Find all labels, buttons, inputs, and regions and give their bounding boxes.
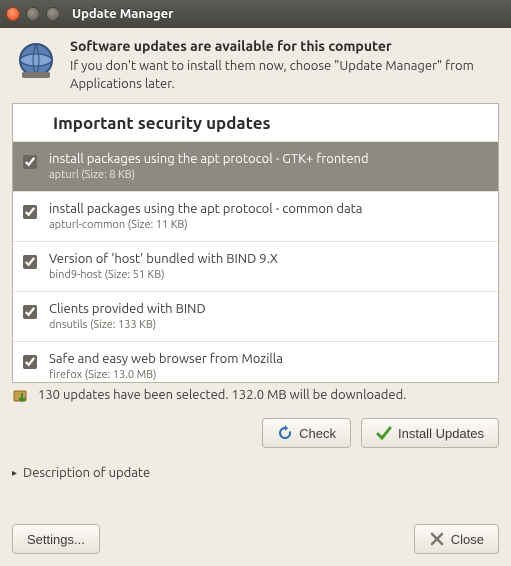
update-globe-icon: [12, 38, 60, 93]
package-subtitle: apturl (Size: 8 KB): [49, 169, 488, 181]
package-checkbox[interactable]: [23, 355, 37, 369]
package-body: Safe and easy web browser from Mozilla fi…: [49, 352, 488, 381]
action-button-row: Check Install Updates: [12, 418, 499, 448]
close-icon: [429, 531, 445, 547]
close-button[interactable]: Close: [414, 524, 499, 554]
package-body: Version of 'host' bundled with BIND 9.X b…: [49, 252, 488, 281]
check-button[interactable]: Check: [262, 418, 351, 448]
package-row[interactable]: install packages using the apt protocol …: [13, 141, 498, 191]
package-row[interactable]: Safe and easy web browser from Mozilla fi…: [13, 341, 498, 383]
check-button-label: Check: [299, 426, 336, 441]
updates-list[interactable]: Important security updates install packa…: [12, 103, 499, 383]
window-title: Update Manager: [72, 7, 174, 21]
disclosure-triangle-icon: ▸: [12, 467, 17, 479]
package-body: install packages using the apt protocol …: [49, 202, 488, 231]
package-title: install packages using the apt protocol …: [49, 152, 488, 166]
download-icon: [12, 387, 32, 410]
package-title: Clients provided with BIND: [49, 302, 488, 316]
header-subline: If you don't want to install them now, c…: [70, 58, 499, 93]
window-close-button[interactable]: [6, 7, 20, 21]
package-body: Clients provided with BIND dnsutils (Size…: [49, 302, 488, 331]
refresh-icon: [277, 425, 293, 441]
package-row[interactable]: Clients provided with BIND dnsutils (Size…: [13, 291, 498, 341]
titlebar: Update Manager: [0, 0, 511, 28]
header-headline: Software updates are available for this …: [70, 38, 499, 54]
package-row[interactable]: Version of 'host' bundled with BIND 9.X b…: [13, 241, 498, 291]
package-subtitle: apturl-common (Size: 11 KB): [49, 219, 488, 231]
package-title: Version of 'host' bundled with BIND 9.X: [49, 252, 488, 266]
settings-button[interactable]: Settings...: [12, 524, 100, 554]
package-row[interactable]: install packages using the apt protocol …: [13, 191, 498, 241]
package-checkbox[interactable]: [23, 255, 37, 269]
status-row: 130 updates have been selected. 132.0 MB…: [12, 387, 499, 410]
package-checkbox[interactable]: [23, 155, 37, 169]
window-minimize-button[interactable]: [26, 7, 40, 21]
section-header: Important security updates: [13, 104, 498, 141]
window-maximize-button[interactable]: [46, 7, 60, 21]
package-subtitle: firefox (Size: 13.0 MB): [49, 369, 488, 381]
header-row: Software updates are available for this …: [12, 38, 499, 93]
header-text: Software updates are available for this …: [70, 38, 499, 93]
package-title: Safe and easy web browser from Mozilla: [49, 352, 488, 366]
install-updates-button[interactable]: Install Updates: [361, 418, 499, 448]
close-button-label: Close: [451, 532, 484, 547]
package-title: install packages using the apt protocol …: [49, 202, 488, 216]
settings-button-label: Settings...: [27, 532, 85, 547]
footer-row: Settings... Close: [12, 524, 499, 554]
install-button-label: Install Updates: [398, 426, 484, 441]
status-text: 130 updates have been selected. 132.0 MB…: [38, 387, 499, 405]
package-subtitle: bind9-host (Size: 51 KB): [49, 269, 488, 281]
content-area: Software updates are available for this …: [0, 28, 511, 492]
disclosure-label: Description of update: [23, 466, 150, 480]
package-checkbox[interactable]: [23, 305, 37, 319]
apply-icon: [376, 425, 392, 441]
package-subtitle: dnsutils (Size: 133 KB): [49, 319, 488, 331]
package-checkbox[interactable]: [23, 205, 37, 219]
description-disclosure[interactable]: ▸ Description of update: [12, 466, 499, 480]
package-body: install packages using the apt protocol …: [49, 152, 488, 181]
